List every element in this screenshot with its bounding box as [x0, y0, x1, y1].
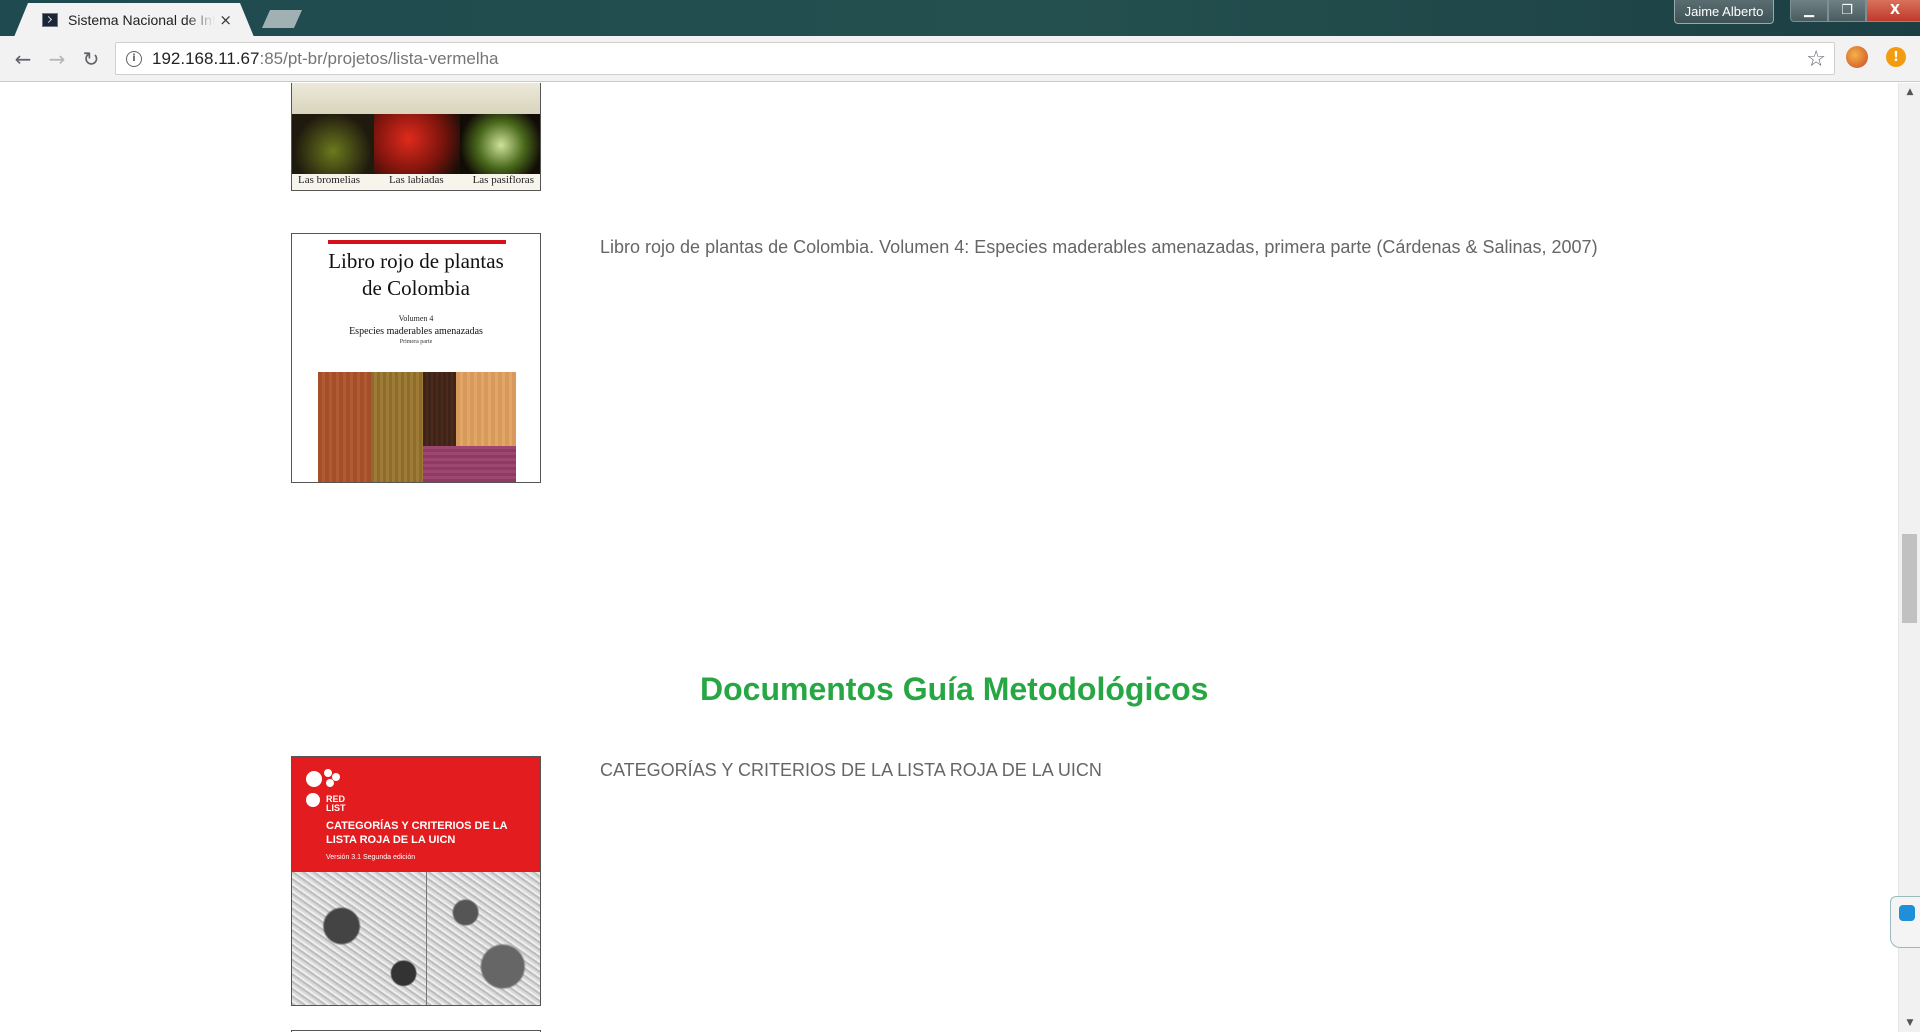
scroll-down-arrow-icon[interactable]: ▼: [1899, 1014, 1920, 1032]
document-title-link[interactable]: Libro rojo de plantas de Colombia. Volum…: [600, 237, 1598, 258]
caption-labiadas: Las labiadas: [388, 174, 444, 186]
scroll-up-arrow-icon[interactable]: ▲: [1899, 83, 1920, 101]
profile-button[interactable]: Jaime Alberto: [1674, 0, 1774, 24]
browser-toolbar: ← → ↻ i 192.168.11.67:85/pt-br/projetos/…: [0, 36, 1920, 82]
back-arrow-icon[interactable]: ←: [10, 46, 36, 72]
browser-tab[interactable]: Sistema Nacional de Información ×: [14, 3, 254, 37]
terminal-favicon-icon: [42, 13, 58, 27]
close-window-button[interactable]: X: [1866, 0, 1920, 22]
browser-title-bar: Sistema Nacional de Información × Jaime …: [0, 0, 1920, 37]
cover-red-line: [328, 240, 506, 244]
address-bar[interactable]: i 192.168.11.67:85/pt-br/projetos/lista-…: [115, 42, 1835, 75]
iucn-cover-title: CATEGORÍAS Y CRITERIOS DE LA LISTA ROJA …: [326, 820, 508, 846]
cover-part: Primera parte: [399, 339, 433, 345]
document-title-link[interactable]: CATEGORÍAS Y CRITERIOS DE LA LISTA ROJA …: [600, 760, 1102, 781]
site-info-icon[interactable]: i: [126, 50, 142, 67]
cover-title: Libro rojo de plantas de Colombia: [292, 248, 540, 302]
wood-sample: [423, 446, 516, 482]
red-list-wordmark: RED LIST: [326, 795, 346, 813]
teamviewer-widget-icon[interactable]: [1890, 896, 1920, 948]
bromelia-photo: [292, 114, 374, 176]
reload-icon[interactable]: ↻: [78, 46, 104, 72]
cover-volume: Volumen 4: [398, 314, 434, 323]
caption-bromelias: Las bromelias: [298, 174, 361, 186]
maximize-button[interactable]: ❐: [1828, 0, 1866, 22]
page-viewport: Las bromelias Las labiadas Las pasiflora…: [0, 83, 1898, 1032]
cover-captions: Las bromelias Las labiadas Las pasiflora…: [292, 174, 540, 190]
cover-title-line2: de Colombia: [362, 276, 470, 300]
wildlife-illustration: [292, 872, 540, 1005]
forward-arrow-icon[interactable]: →: [44, 46, 70, 72]
iucn-cover-version: Versión 3.1 Segunda edición: [326, 854, 416, 861]
url-host: 192.168.11.67: [152, 48, 260, 68]
tab-title: Sistema Nacional de Información: [68, 12, 216, 28]
scrollbar-thumb[interactable]: [1902, 534, 1917, 623]
bookmark-star-icon[interactable]: ☆: [1806, 47, 1826, 72]
pasiflora-photo: [460, 114, 540, 176]
document-cover-flowers[interactable]: Las bromelias Las labiadas Las pasiflora…: [291, 83, 541, 191]
document-cover-libro-rojo[interactable]: Libro rojo de plantas de Colombia Volume…: [291, 233, 541, 483]
section-title-text: Documentos Guía Metodológicos: [700, 671, 1209, 707]
tab-close-icon[interactable]: ×: [219, 11, 232, 29]
url-text[interactable]: 192.168.11.67:85/pt-br/projetos/lista-ve…: [152, 49, 499, 69]
url-path: :85/pt-br/projetos/lista-vermelha: [259, 48, 499, 68]
red-list-line2: LIST: [326, 803, 346, 813]
cover-title-line1: Libro rojo de plantas: [328, 249, 504, 273]
cover-subtitle: Especies maderables amenazadas: [349, 326, 483, 337]
window-controls: ▁ ❐ X: [1790, 0, 1920, 22]
minimize-button[interactable]: ▁: [1790, 0, 1828, 22]
wood-sample: [456, 372, 516, 446]
caption-pasifloras: Las pasifloras: [472, 174, 534, 186]
wood-sample: [318, 372, 371, 482]
page-scrollbar[interactable]: ▲ ▼: [1898, 83, 1920, 1032]
wood-sample: [371, 372, 423, 482]
new-tab-button[interactable]: [262, 10, 302, 28]
extension-icon[interactable]: [1846, 46, 1868, 68]
cover-top-strip: [292, 83, 540, 114]
document-cover-iucn[interactable]: RED LIST CATEGORÍAS Y CRITERIOS DE LA LI…: [291, 756, 541, 1006]
labiada-photo: [374, 114, 460, 176]
alert-extension-icon[interactable]: !: [1886, 47, 1906, 67]
